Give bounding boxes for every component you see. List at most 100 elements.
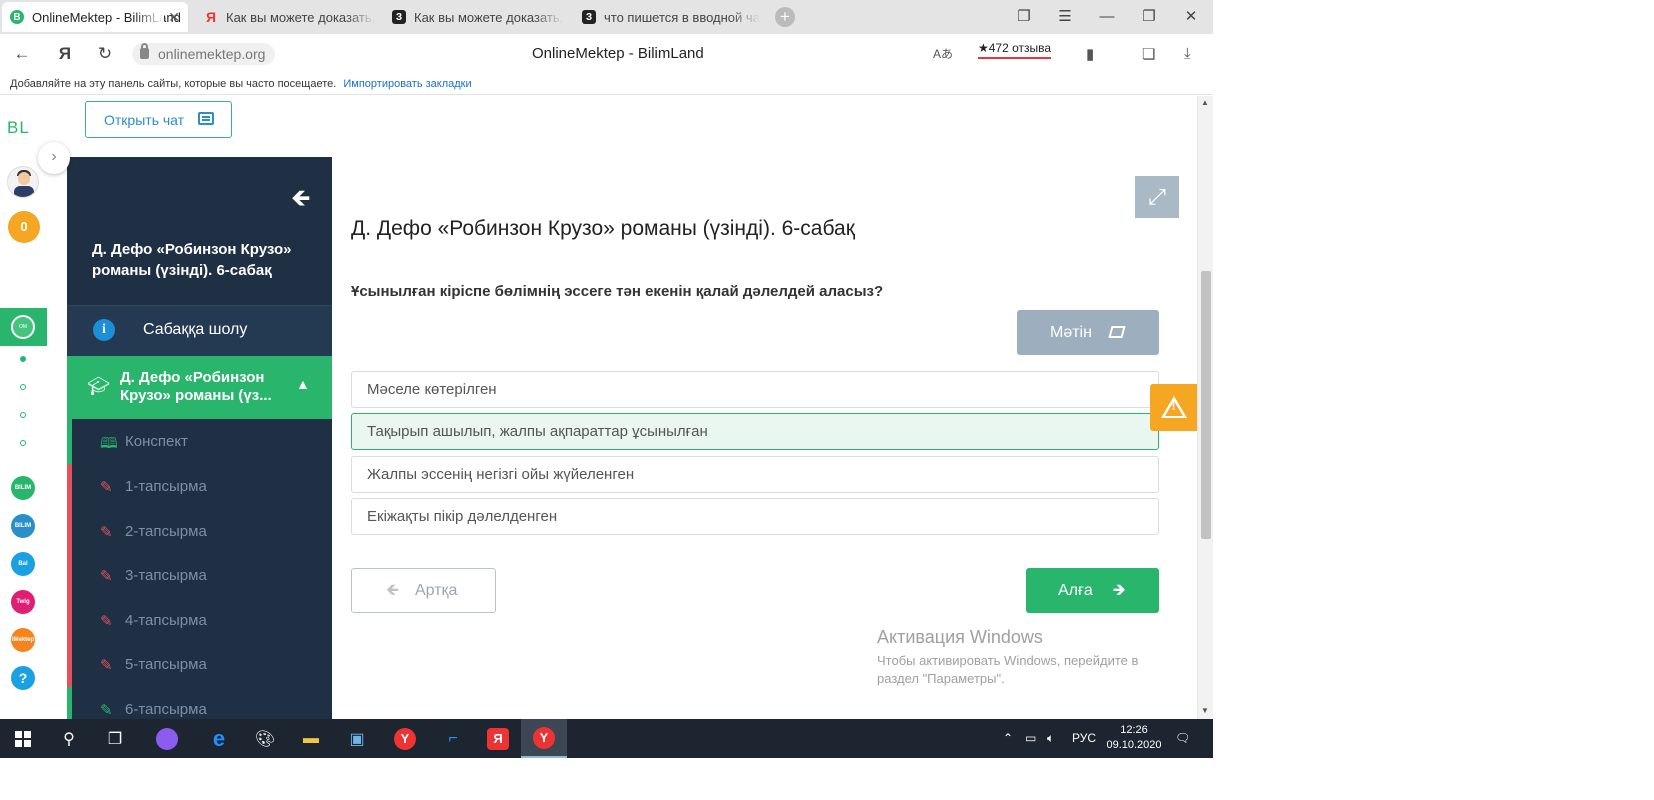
rail-dot[interactable] (20, 440, 26, 446)
yandex-browser-icon[interactable]: Y (382, 719, 428, 758)
online-mektep-rail-item[interactable]: OM (0, 308, 47, 346)
watermark-line: раздел "Параметры". (877, 671, 1005, 686)
volume-icon[interactable]: 🔈︎ (1047, 731, 1054, 746)
answer-option[interactable]: Жалпы эссенің негізгі ойы жүйеленген (351, 456, 1159, 493)
paint-icon[interactable]: 🎨︎ (242, 719, 288, 758)
answer-option[interactable]: Екіжақты пікір дәлелденген (351, 498, 1159, 535)
sidebar-item-task-2[interactable]: ✎ 2-тапсырма (67, 509, 332, 554)
imektep-app-icon[interactable]: iMektep (11, 628, 35, 652)
arrow-left-icon[interactable]: 🡸 (291, 181, 311, 222)
windows-activation-watermark: Активация Windows Чтобы активировать Win… (877, 627, 1138, 688)
rail-dot[interactable] (20, 384, 26, 390)
chat-icon (198, 112, 214, 125)
back-label: Артқа (415, 582, 458, 599)
yandex-icon[interactable]: Я (475, 719, 521, 758)
notifications-icon[interactable]: 🗨︎ (1175, 731, 1190, 745)
znanija-favicon-icon: З (582, 10, 596, 24)
close-tab-icon[interactable]: ✕ (168, 9, 180, 26)
answer-label: Мәселе көтерілген (367, 381, 497, 398)
alice-icon[interactable] (144, 719, 190, 758)
avatar[interactable] (7, 166, 39, 198)
next-button[interactable]: Алға 🡺 (1026, 568, 1159, 613)
answer-option[interactable]: Мәселе көтерілген (351, 371, 1159, 408)
back-button[interactable]: 🡸 Артқа (351, 568, 496, 613)
reviews-badge[interactable]: ★472 отзыва (978, 41, 1052, 59)
sidebar-item-current-lesson[interactable]: 🎓︎ Д. Дефо «Робинзон Крузо» романы (үз..… (67, 356, 332, 419)
tab-question-2[interactable]: З Как вы можете доказать, ч (384, 2, 564, 32)
answer-option-selected[interactable]: Тақырып ашылып, жалпы ақпараттар ұсынылғ… (351, 413, 1159, 450)
yandex-home-icon[interactable]: Я (53, 43, 77, 65)
bilimland-app-icon[interactable]: BILIM Land (11, 476, 35, 515)
network-icon[interactable]: ▭ (1025, 731, 1036, 745)
sidebar-item-label: 5-тапсырма (125, 656, 207, 673)
rail-dot[interactable] (20, 412, 26, 418)
blank-area (0, 758, 1213, 800)
tab-question-3[interactable]: З что пишется в вводной ча (574, 2, 760, 32)
twig-app-icon[interactable]: Twig (11, 590, 35, 614)
sidebar-item-task-5[interactable]: ✎ 5-тапсырма (67, 642, 332, 687)
sidebar-item-overview[interactable]: i Сабаққа шолу (67, 306, 332, 356)
edit-icon: ✎ (100, 657, 113, 674)
minimize-button[interactable]: — (1094, 5, 1120, 29)
translate-icon[interactable]: Aあ (933, 45, 953, 62)
rail-dot[interactable] (20, 356, 26, 362)
back-icon[interactable]: ← (10, 43, 34, 65)
lesson-title: Д. Дефо «Робинзон Крузо» романы (үзінді)… (92, 241, 292, 279)
help-icon[interactable]: ? (11, 666, 35, 690)
chevron-up-icon[interactable]: ▲ (296, 376, 310, 392)
book-icon (1108, 326, 1126, 338)
chevron-up-icon[interactable]: ⌃ (1003, 731, 1013, 745)
znanija-favicon-icon: З (392, 10, 406, 24)
app-icon[interactable]: ⌐ (430, 719, 476, 758)
sidebar-item-task-6[interactable]: ✎ 6-тапсырма (67, 687, 332, 719)
url-field[interactable]: onlinemektep.org (132, 43, 276, 65)
reload-icon[interactable]: ↻ (93, 43, 117, 65)
photos-icon[interactable]: ▣ (334, 719, 380, 758)
new-tab-button[interactable]: + (775, 7, 795, 27)
clock[interactable]: 12:26 09.10.2020 (1104, 723, 1164, 753)
sidebar-item-task-3[interactable]: ✎ 3-тапсырма (67, 553, 332, 598)
bookmark-icon[interactable]: ▮ (1086, 45, 1094, 63)
answer-label: Екіжақты пікір дәлелденген (367, 508, 558, 525)
restore-button[interactable]: ❐ (1136, 5, 1162, 29)
coins-badge[interactable]: 0 (8, 211, 40, 243)
bilimland-logo[interactable]: BL (7, 118, 30, 138)
language-indicator[interactable]: РУС (1072, 731, 1096, 745)
tab-question-1[interactable]: Я Как вы можете доказать, ч (196, 2, 376, 32)
address-bar: ← Я ↻ onlinemektep.org OnlineMektep - Bi… (0, 34, 1213, 74)
lesson-sidebar: 🡸 Д. Дефо «Робинзон Крузо» романы (үзінд… (67, 157, 332, 719)
yandex-browser-active-icon[interactable]: Y (521, 719, 567, 758)
scrollbar-thumb[interactable] (1201, 271, 1211, 539)
scroll-up-icon[interactable]: ▲ (1201, 98, 1209, 107)
file-explorer-icon[interactable]: ▬ (288, 719, 334, 758)
edge-icon[interactable]: e (196, 719, 242, 758)
page-scrollbar[interactable]: ▲ ▼ (1197, 96, 1213, 719)
expand-rail-button[interactable]: › (38, 142, 70, 174)
search-icon[interactable]: ⚲ (46, 719, 92, 758)
scroll-down-icon[interactable]: ▼ (1201, 706, 1209, 715)
import-bookmarks-link[interactable]: Импортировать закладки (343, 78, 471, 90)
report-problem-button[interactable]: ! (1150, 384, 1197, 431)
bal-app-icon[interactable]: Bal (11, 552, 35, 576)
close-window-button[interactable]: ✕ (1178, 5, 1204, 29)
text-button[interactable]: Мәтін (1017, 310, 1159, 355)
bilimbook-app-icon[interactable]: BILIM Book (11, 514, 35, 553)
bookmarks-hint: Добавляйте на эту панель сайты, которые … (10, 78, 337, 90)
tab-collections-icon[interactable]: ❐ (1011, 5, 1037, 29)
open-chat-button[interactable]: Открыть чат (85, 101, 232, 138)
lesson-heading: Д. Дефо «Робинзон Крузо» романы (үзінді)… (351, 217, 855, 240)
url-text: onlinemektep.org (158, 46, 266, 62)
info-icon: i (93, 319, 115, 341)
sidebar-item-label: 2-тапсырма (125, 523, 207, 540)
sidebar-item-task-4[interactable]: ✎ 4-тапсырма (67, 598, 332, 643)
fullscreen-button[interactable]: ⤢ (1135, 176, 1179, 218)
edit-icon: ✎ (100, 568, 113, 585)
sidebar-item-konspekt[interactable]: 🕮 Конспект (67, 419, 332, 464)
menu-icon[interactable]: ☰ (1052, 5, 1078, 29)
windows-start-icon[interactable] (0, 719, 46, 758)
tab-onlinemektep[interactable]: B OnlineMektep - BilimLand ✕ (2, 2, 188, 32)
task-view-icon[interactable]: ❐ (92, 719, 138, 758)
download-icon[interactable]: ⤓ (1184, 45, 1191, 62)
sidebar-item-task-1[interactable]: ✎ 1-тапсырма (67, 464, 332, 509)
collections-icon[interactable]: ❏ (1142, 45, 1155, 63)
